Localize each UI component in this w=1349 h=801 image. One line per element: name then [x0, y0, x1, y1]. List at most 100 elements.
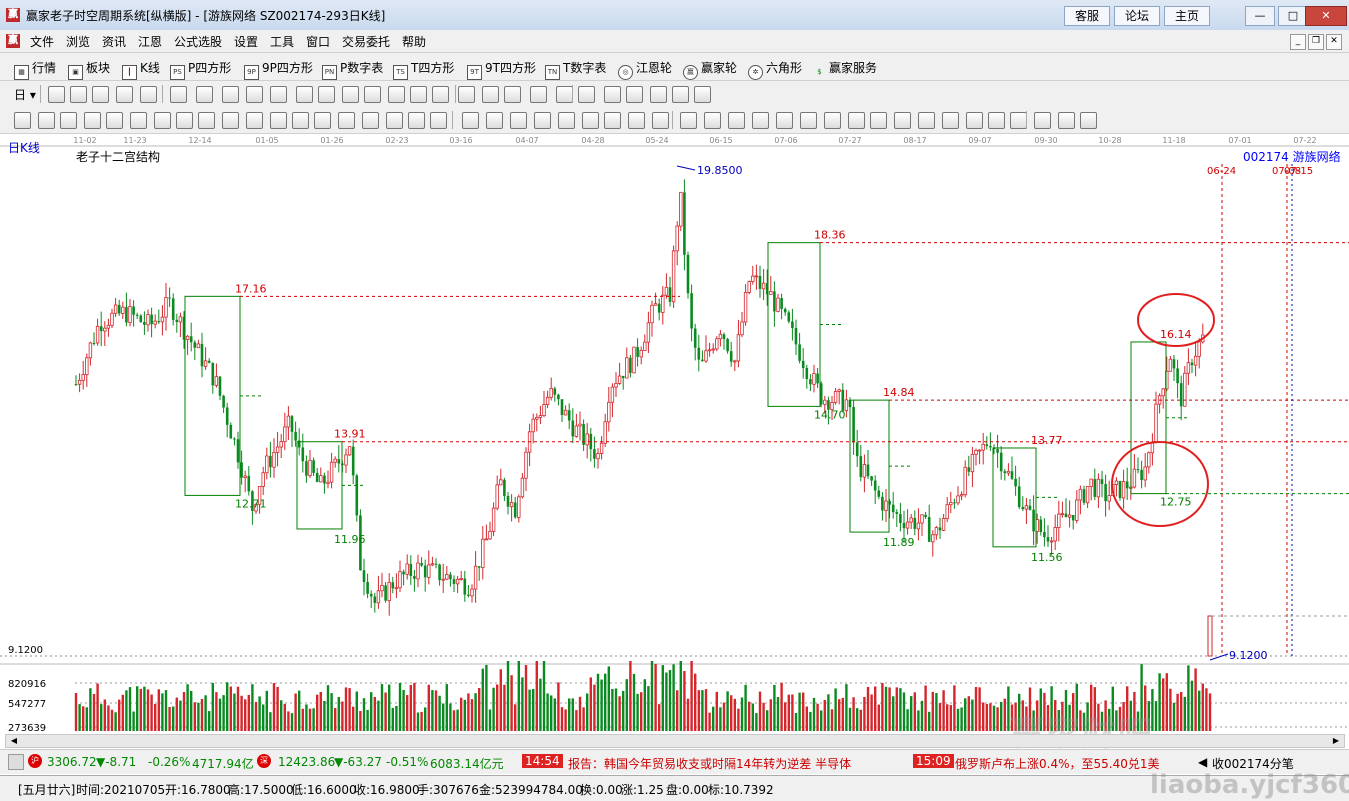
- tb3icons-tool-45-icon[interactable]: [1080, 112, 1097, 129]
- tb-quote[interactable]: ▦ 行情: [14, 59, 56, 80]
- tb2icons-tool-10-icon[interactable]: [296, 86, 313, 103]
- tb3icons-tool-17-icon[interactable]: [408, 112, 425, 129]
- tb3icons-tool-0-icon[interactable]: [14, 112, 31, 129]
- tb3icons-tool-9-icon[interactable]: [222, 112, 239, 129]
- tb2icons-tool-24-icon[interactable]: [626, 86, 643, 103]
- tb3icons-tool-21-icon[interactable]: [510, 112, 527, 129]
- close-icon[interactable]: ✕: [1305, 6, 1347, 26]
- tb3icons-tool-29-icon[interactable]: [704, 112, 721, 129]
- tb2icons-tool-13-icon[interactable]: [364, 86, 381, 103]
- scroll-left-icon[interactable]: ◀: [8, 736, 20, 746]
- homepage-button[interactable]: 主页: [1164, 6, 1210, 26]
- tb3icons-tool-30-icon[interactable]: [728, 112, 745, 129]
- tb3icons-tool-28-icon[interactable]: [680, 112, 697, 129]
- tb3icons-tool-35-icon[interactable]: [848, 112, 865, 129]
- maximize-icon[interactable]: □: [1278, 6, 1308, 26]
- tb2icons-tool-3-icon[interactable]: [116, 86, 133, 103]
- tb2icons-tool-8-icon[interactable]: [246, 86, 263, 103]
- tb3icons-tool-6-icon[interactable]: [154, 112, 171, 129]
- tb2icons-tool-15-icon[interactable]: [410, 86, 427, 103]
- tb3icons-tool-38-icon[interactable]: [918, 112, 935, 129]
- tb2icons-tool-2-icon[interactable]: [92, 86, 109, 103]
- tb2icons-tool-1-icon[interactable]: [70, 86, 87, 103]
- tb2icons-tool-23-icon[interactable]: [604, 86, 621, 103]
- tb2icons-tool-0-icon[interactable]: [48, 86, 65, 103]
- tb3icons-tool-10-icon[interactable]: [246, 112, 263, 129]
- tb-9t-square[interactable]: 9T 9T四方形: [467, 59, 536, 80]
- tb-sector[interactable]: ▣ 板块: [68, 59, 110, 80]
- minimize-icon[interactable]: —: [1245, 6, 1275, 26]
- tb3icons-tool-44-icon[interactable]: [1058, 112, 1075, 129]
- tb3icons-tool-33-icon[interactable]: [800, 112, 817, 129]
- chart-scrollbar[interactable]: ◀ ▶: [5, 734, 1345, 748]
- menu-browse[interactable]: 浏览: [66, 33, 90, 50]
- tb-9p-square[interactable]: 9P 9P四方形: [244, 59, 313, 80]
- menu-file[interactable]: 文件: [30, 33, 54, 50]
- tb3icons-tool-5-icon[interactable]: [130, 112, 147, 129]
- tb2icons-tool-16-icon[interactable]: [432, 86, 449, 103]
- tb-service[interactable]: $ 赢家服务: [813, 59, 877, 79]
- service-button[interactable]: 客服: [1064, 6, 1110, 26]
- tb3icons-tool-42-icon[interactable]: [1010, 112, 1027, 129]
- tb3icons-tool-27-icon[interactable]: [652, 112, 669, 129]
- mdi-minimize-icon[interactable]: _: [1290, 34, 1306, 50]
- tb3icons-tool-39-icon[interactable]: [942, 112, 959, 129]
- tb3icons-tool-12-icon[interactable]: [292, 112, 309, 129]
- tb3icons-tool-22-icon[interactable]: [534, 112, 551, 129]
- tb2icons-tool-5-icon[interactable]: [170, 86, 187, 103]
- menu-gann[interactable]: 江恩: [138, 33, 162, 50]
- tb2icons-tool-17-icon[interactable]: [458, 86, 475, 103]
- forum-button[interactable]: 论坛: [1114, 6, 1160, 26]
- tb3icons-tool-11-icon[interactable]: [270, 112, 287, 129]
- tb3icons-tool-32-icon[interactable]: [776, 112, 793, 129]
- tb2icons-tool-25-icon[interactable]: [650, 86, 667, 103]
- tb3icons-tool-4-icon[interactable]: [106, 112, 123, 129]
- tb3icons-tool-41-icon[interactable]: [988, 112, 1005, 129]
- tb-t-square[interactable]: TS T四方形: [393, 59, 454, 80]
- tb3icons-tool-19-icon[interactable]: [462, 112, 479, 129]
- tb3icons-tool-8-icon[interactable]: [198, 112, 215, 129]
- menu-window[interactable]: 窗口: [306, 33, 330, 50]
- tb3icons-tool-2-icon[interactable]: [60, 112, 77, 129]
- tb2icons-tool-27-icon[interactable]: [694, 86, 711, 103]
- tb2icons-tool-14-icon[interactable]: [388, 86, 405, 103]
- tb2icons-tool-11-icon[interactable]: [318, 86, 335, 103]
- news-text-2[interactable]: 俄罗斯卢布上涨0.4%，至55.40兑1美: [955, 755, 1159, 772]
- tb-hexagon[interactable]: ✲ 六角形: [748, 59, 802, 80]
- tb3icons-tool-18-icon[interactable]: [430, 112, 447, 129]
- tb3icons-tool-20-icon[interactable]: [486, 112, 503, 129]
- tb2icons-tool-4-icon[interactable]: [140, 86, 157, 103]
- tb3icons-tool-37-icon[interactable]: [894, 112, 911, 129]
- tb2icons-tool-6-icon[interactable]: [196, 86, 213, 103]
- news-text-1[interactable]: 报告：韩国今年贸易收支或时隔14年转为逆差 半导体: [568, 755, 851, 772]
- tb3icons-tool-36-icon[interactable]: [870, 112, 887, 129]
- tb-p-number[interactable]: PN P数字表: [322, 59, 383, 80]
- menu-settings[interactable]: 设置: [234, 33, 258, 50]
- period-selector[interactable]: 日 ▾: [14, 86, 36, 103]
- tb2icons-tool-7-icon[interactable]: [222, 86, 239, 103]
- menu-tools[interactable]: 工具: [270, 33, 294, 50]
- menu-formula[interactable]: 公式选股: [174, 33, 222, 50]
- tb3icons-tool-23-icon[interactable]: [558, 112, 575, 129]
- tb3icons-tool-25-icon[interactable]: [604, 112, 621, 129]
- tb2icons-tool-18-icon[interactable]: [482, 86, 499, 103]
- tb3icons-tool-24-icon[interactable]: [582, 112, 599, 129]
- mdi-close-icon[interactable]: ✕: [1326, 34, 1342, 50]
- menu-trade[interactable]: 交易委托: [342, 33, 390, 50]
- scroll-right-icon[interactable]: ▶: [1330, 736, 1342, 746]
- tb3icons-tool-3-icon[interactable]: [84, 112, 101, 129]
- tb2icons-tool-22-icon[interactable]: [578, 86, 595, 103]
- tb2icons-tool-20-icon[interactable]: [530, 86, 547, 103]
- tb2icons-tool-9-icon[interactable]: [270, 86, 287, 103]
- tb3icons-tool-31-icon[interactable]: [752, 112, 769, 129]
- tb3icons-tool-14-icon[interactable]: [338, 112, 355, 129]
- tb3icons-tool-34-icon[interactable]: [824, 112, 841, 129]
- tb-kline[interactable]: ┃ K线: [122, 59, 160, 80]
- tb2icons-tool-12-icon[interactable]: [342, 86, 359, 103]
- tb3icons-tool-13-icon[interactable]: [314, 112, 331, 129]
- tb2icons-tool-21-icon[interactable]: [556, 86, 573, 103]
- tb3icons-tool-16-icon[interactable]: [386, 112, 403, 129]
- tb-p-square[interactable]: PS P四方形: [170, 59, 231, 80]
- kline-chart[interactable]: 11-02 11-23 12-14 01-05 01-26 02-23 03-16 04-07…: [0, 134, 1349, 734]
- tb3icons-tool-26-icon[interactable]: [628, 112, 645, 129]
